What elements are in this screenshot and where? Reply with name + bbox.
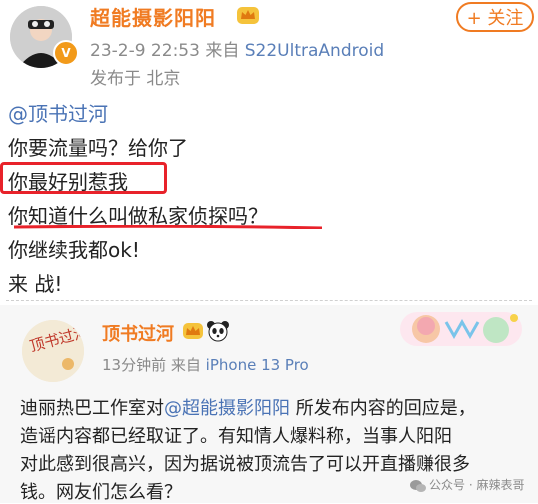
- author-name[interactable]: 超能摄影阳阳: [90, 2, 216, 31]
- red-underline: [14, 225, 322, 229]
- decorative-sticker-icon: [400, 312, 522, 346]
- panda-icon: [207, 321, 229, 342]
- repost-text-line: 对此感到很高兴，因为据说被顶流告了可以开直播赚很多: [20, 454, 470, 475]
- post-text-line: 来 战!: [8, 272, 63, 296]
- repost-text-line: 钱。网友们怎么看？: [20, 482, 182, 503]
- follow-button[interactable]: + 关注: [456, 2, 534, 32]
- repost-text-line: 造谣内容都已经取证了。有知情人爆料称，当事人阳阳: [20, 426, 452, 447]
- from-prefix: 来自: [205, 41, 240, 61]
- wechat-icon: [410, 479, 426, 492]
- post-location: 发布于 北京: [90, 69, 181, 89]
- post-date: 23-2-9 22:53: [90, 41, 200, 61]
- repost-time: 13分钟前: [102, 356, 167, 374]
- repost-meta: 13分钟前 来自 iPhone 13 Pro: [102, 354, 309, 375]
- crown-badge-icon: [237, 7, 259, 24]
- post-source[interactable]: S22UltraAndroid: [245, 41, 384, 61]
- repost-text-line: 迪丽热巴工作室对@超能摄影阳阳 所发布内容的回应是，: [20, 398, 476, 419]
- from-prefix: 来自: [170, 356, 201, 374]
- repost-author-name[interactable]: 顶书过河: [102, 320, 174, 346]
- mention-link[interactable]: @超能摄影阳阳: [164, 398, 290, 419]
- watermark-text: 公众号 · 麻辣表哥: [429, 478, 525, 492]
- post-meta: 23-2-9 22:53 来自 S22UltraAndroid: [90, 36, 384, 61]
- repost-author-avatar[interactable]: 顶书过河: [22, 320, 84, 382]
- divider: [6, 300, 532, 302]
- post-text-line: 你要流量吗？给你了: [8, 136, 188, 160]
- repost-source[interactable]: iPhone 13 Pro: [206, 356, 309, 374]
- watermark: 公众号 · 麻辣表哥: [410, 476, 524, 493]
- post-text-line: 你继续我都ok!: [8, 238, 140, 262]
- verified-badge-icon: V: [53, 40, 79, 66]
- crown-badge-icon: [183, 323, 203, 339]
- mention-link[interactable]: @顶书过河: [8, 98, 108, 127]
- red-highlight-box: [0, 162, 167, 194]
- calligraphy-avatar-icon: 顶书过河: [22, 320, 84, 382]
